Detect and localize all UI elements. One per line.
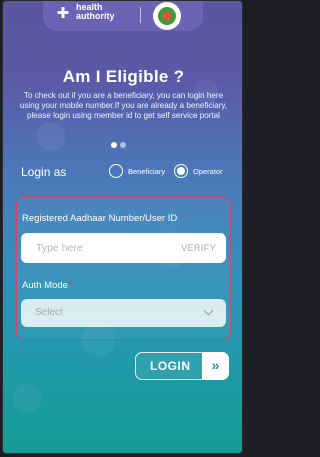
auth-mode-placeholder: Select — [35, 307, 63, 318]
verify-button[interactable]: VERIFY — [181, 243, 216, 253]
beneficiary-radio-label: Beneficiary — [128, 167, 166, 176]
user-id-label-text: Registered Aadhaar Number/User ID — [22, 213, 178, 224]
header-divider — [140, 7, 141, 23]
user-id-input[interactable]: Type here VERIFY — [21, 233, 226, 263]
login-button-label: LOGIN — [150, 359, 191, 373]
auth-mode-label: Auth Mode* — [22, 280, 72, 291]
page-description: To check out if you are a beneficiary, y… — [19, 91, 228, 120]
radio-circle[interactable] — [109, 164, 123, 178]
double-arrow-right-icon[interactable]: » — [202, 352, 229, 380]
user-id-label: Registered Aadhaar Number/User ID * — [22, 213, 184, 224]
carousel-indicator — [111, 135, 129, 153]
health-authority-logo: health authority — [76, 3, 115, 21]
required-marker: * — [179, 213, 184, 224]
app-screen: ✚ health authority Am I Eligible ? To ch… — [2, 0, 243, 454]
auth-mode-label-text: Auth Mode — [22, 280, 68, 291]
carousel-dot[interactable] — [120, 142, 126, 148]
user-id-placeholder: Type here — [36, 242, 83, 254]
login-as-label: Login as — [21, 165, 67, 179]
carousel-dot-active[interactable] — [111, 142, 117, 148]
chevron-down-icon — [203, 305, 214, 316]
emblem-icon — [153, 2, 181, 30]
radio-circle-selected[interactable] — [174, 164, 188, 178]
emblem-center — [158, 7, 176, 25]
required-marker: * — [67, 280, 72, 291]
logo-line-2: authority — [76, 11, 115, 21]
login-button[interactable]: LOGIN » — [135, 352, 229, 380]
heart-cross-icon: ✚ — [56, 5, 70, 22]
operator-radio-label: Operator — [193, 167, 223, 176]
auth-mode-select[interactable]: Select — [21, 299, 226, 327]
page-title: Am I Eligible ? — [62, 67, 185, 86]
